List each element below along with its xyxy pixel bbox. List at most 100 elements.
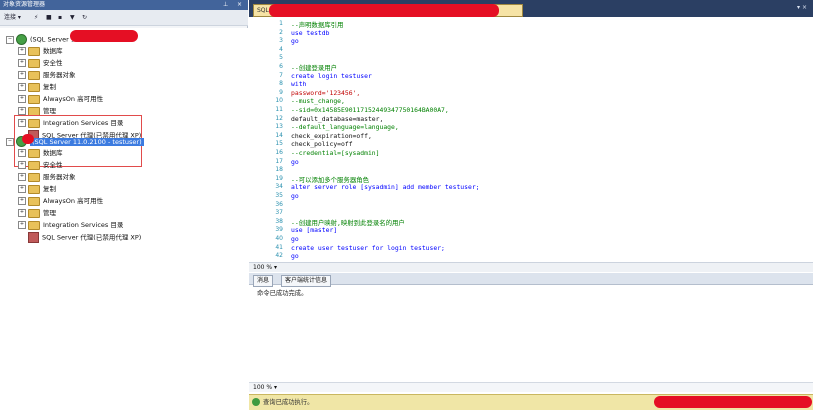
expand-icon[interactable]: + [18, 95, 26, 103]
expand-icon[interactable]: + [18, 71, 26, 79]
connect-icon[interactable]: ⚡ [34, 13, 38, 23]
folder-icon [28, 196, 40, 206]
redaction-mark [654, 396, 812, 408]
expand-icon[interactable]: + [18, 221, 26, 229]
tree-node-security[interactable]: + 安全性 [18, 58, 63, 68]
expand-icon[interactable]: + [18, 83, 26, 91]
line-number: 13 [275, 123, 283, 131]
line-number: 40 [275, 235, 283, 242]
expand-icon[interactable]: + [18, 149, 26, 157]
stop-icon[interactable]: ▪ [58, 13, 62, 23]
status-text: 查询已成功执行。 [263, 399, 314, 406]
code-line: --default_language=language, [291, 123, 399, 132]
code-line: use [master] [291, 226, 338, 235]
line-number: 1 [279, 20, 283, 27]
redaction-mark [22, 134, 34, 144]
code-line: use testdb [291, 28, 330, 37]
expand-icon[interactable]: + [18, 47, 26, 55]
code-line: go [291, 252, 299, 261]
line-number: 18 [275, 166, 283, 174]
folder-icon [28, 94, 40, 104]
tree-node-alwayson-2[interactable]: + AlwaysOn 高可用性 [18, 196, 103, 206]
results-zoom-bar: 100 % ▾ [249, 382, 813, 392]
redaction-mark [269, 4, 499, 17]
line-number: 11 [275, 106, 283, 113]
connect-button[interactable]: 连接 ▾ [4, 13, 21, 23]
line-number: 39 [275, 226, 283, 234]
line-number: 17 [275, 157, 283, 165]
line-number: 3 [279, 37, 283, 45]
folder-icon [28, 58, 40, 68]
folder-icon [28, 208, 40, 218]
result-message: 命令已成功完成。 [257, 290, 308, 297]
collapse-icon[interactable]: − [6, 35, 14, 44]
line-number: 15 [275, 140, 283, 148]
tree-node-management-2[interactable]: + 管理 [18, 208, 56, 218]
line-number: 5 [279, 54, 283, 62]
expand-icon[interactable]: + [18, 185, 26, 193]
tree-node-alwayson[interactable]: + AlwaysOn 高可用性 [18, 94, 103, 104]
filter-icon[interactable]: ▼ [70, 13, 75, 23]
line-number: 7 [279, 71, 283, 79]
tab-client-statistics[interactable]: 客户端统计信息 [281, 275, 332, 287]
tree-node-replication-2[interactable]: + 复制 [18, 184, 56, 194]
tree-node-security-2[interactable]: + 安全性 [18, 160, 63, 170]
tree-node-integration-services-2[interactable]: + Integration Services 目录 [18, 220, 123, 230]
code-line: password='123456', [291, 88, 361, 97]
editor-zoom-select[interactable]: 100 % [253, 264, 272, 271]
expand-icon[interactable]: + [18, 173, 26, 181]
line-number: 6 [279, 63, 283, 70]
tab-messages[interactable]: 消息 [253, 275, 274, 287]
server-icon [16, 34, 27, 45]
code-line: go [291, 157, 299, 166]
object-explorer-panel: 对象资源管理器 ⊥ × 连接 ▾ ⚡ ■ ▪ ▼ ↻ − (SQL Server … [0, 0, 248, 410]
expand-icon[interactable]: + [18, 197, 26, 205]
line-number: 42 [275, 252, 283, 260]
refresh-icon[interactable]: ↻ [82, 13, 87, 23]
code-line: with [291, 80, 307, 89]
success-icon [252, 398, 260, 406]
line-number: 35 [275, 192, 283, 199]
line-number: 38 [275, 217, 283, 225]
tree-node-databases-2[interactable]: + 数据库 [18, 148, 63, 158]
folder-icon [28, 220, 40, 230]
line-number: 37 [275, 209, 283, 217]
close-tab-icon[interactable]: ▾ × [797, 4, 807, 11]
code-line: create user testuser for login testuser; [291, 243, 445, 252]
pin-icon[interactable]: ⊥ [223, 0, 228, 10]
folder-icon [28, 184, 40, 194]
line-number: 10 [275, 97, 283, 105]
object-explorer-title: 对象资源管理器 ⊥ × [0, 0, 248, 10]
folder-icon [28, 46, 40, 56]
tree-node-databases[interactable]: + 数据库 [18, 46, 63, 56]
tree-node-server-objects-2[interactable]: + 服务器对象 [18, 172, 76, 182]
redaction-mark [70, 30, 138, 42]
tree-node-server-objects[interactable]: + 服务器对象 [18, 70, 76, 80]
results-zoom-select[interactable]: 100 % [253, 384, 272, 391]
object-explorer-tree: − (SQL Server 11.0.2100 + 数据库 + 安全性 + 服务器对象 … [0, 28, 248, 410]
disconnect-icon[interactable]: ■ [46, 13, 52, 23]
tree-node-replication[interactable]: + 复制 [18, 82, 56, 92]
close-icon[interactable]: × [237, 0, 242, 10]
line-number-gutter: 1 2 3 4 5 6 7 8 9 10 11 12 13 14 15 16 17 18 19 34 35 36 37 38 3… [253, 18, 283, 260]
folder-icon [28, 172, 40, 182]
expand-icon[interactable]: + [18, 107, 26, 115]
chevron-down-icon[interactable]: ▾ [274, 264, 277, 271]
expand-icon[interactable]: + [18, 161, 26, 169]
editor-tab-strip: SQLQuery1.sql ▾ × [249, 0, 813, 17]
code-line: --credential=[sysadmin] [291, 149, 380, 157]
collapse-icon[interactable]: − [6, 137, 14, 146]
object-explorer-title-text: 对象资源管理器 [3, 1, 46, 8]
code-line: check_expiration=off, [291, 131, 372, 140]
code-line: default_database=master, [291, 114, 384, 123]
expand-icon[interactable]: + [18, 209, 26, 217]
expand-icon[interactable]: + [18, 59, 26, 67]
tree-node-sql-agent-2[interactable]: SQL Server 代理(已禁用代理 XP) [28, 232, 141, 243]
chevron-down-icon[interactable]: ▾ [274, 384, 277, 391]
code-line: go [291, 37, 299, 46]
query-editor: SQLQuery1.sql ▾ × 1234567891011121314151… [249, 0, 813, 410]
code-line: --sid=0x14585E90117152449347750164BA00A7… [291, 106, 449, 114]
object-explorer-toolbar: 连接 ▾ ⚡ ■ ▪ ▼ ↻ [0, 10, 248, 26]
editor-zoom-bar: 100 % ▾ [249, 262, 813, 272]
folder-icon [28, 70, 40, 80]
